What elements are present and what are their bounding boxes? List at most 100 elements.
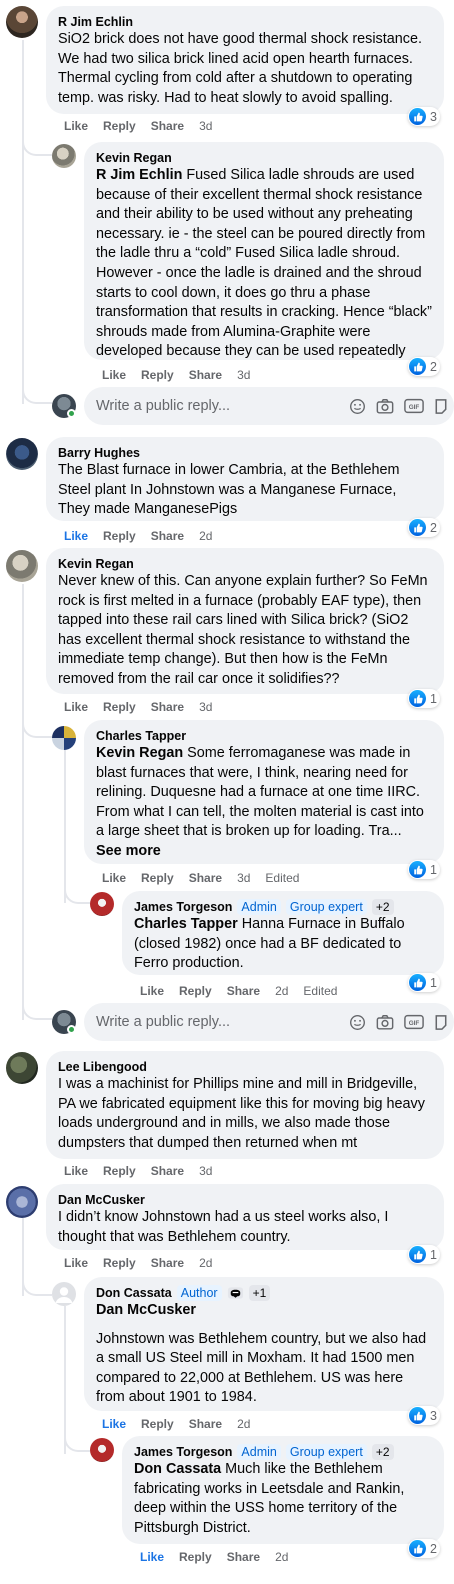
reaction-count[interactable]: 1 xyxy=(408,860,440,879)
like-button[interactable]: Like xyxy=(64,118,88,134)
like-button[interactable]: Like xyxy=(102,367,126,383)
comment-author[interactable]: Barry Hughes xyxy=(58,445,432,461)
reply-input[interactable]: Write a public reply... GIF xyxy=(84,387,454,425)
comment-timestamp[interactable]: 3d xyxy=(199,699,212,715)
mention-link[interactable]: R Jim Echlin xyxy=(96,167,182,183)
sticker-icon[interactable] xyxy=(434,1014,448,1031)
group-expert-badge[interactable]: Group expert xyxy=(285,899,367,915)
share-button[interactable]: Share xyxy=(189,1416,222,1432)
share-button[interactable]: Share xyxy=(227,1549,260,1565)
comment-timestamp[interactable]: 3d xyxy=(237,870,250,886)
sticker-icon[interactable] xyxy=(434,398,448,415)
like-button[interactable]: Like xyxy=(64,699,88,715)
reaction-count[interactable]: 1 xyxy=(408,1245,440,1264)
comment-author[interactable]: Lee Libengood xyxy=(58,1059,432,1075)
avatar[interactable] xyxy=(6,1186,38,1218)
reply-button[interactable]: Reply xyxy=(103,1255,136,1271)
comment-author[interactable]: James Torgeson xyxy=(134,899,232,915)
author-badge[interactable]: Author xyxy=(176,1285,222,1301)
like-button[interactable]: Like xyxy=(64,528,88,544)
camera-icon[interactable] xyxy=(376,398,394,415)
comment-author[interactable]: Don Cassata xyxy=(96,1285,172,1301)
share-button[interactable]: Share xyxy=(189,367,222,383)
reply-button[interactable]: Reply xyxy=(141,1416,174,1432)
avatar[interactable] xyxy=(6,1052,38,1084)
avatar[interactable] xyxy=(52,144,76,168)
edited-label[interactable]: Edited xyxy=(265,870,299,886)
reaction-count[interactable]: 2 xyxy=(408,357,440,376)
comment-actions: Like Reply Share 3d xyxy=(102,367,250,383)
like-button[interactable]: Like xyxy=(102,870,126,886)
admin-badge[interactable]: Admin xyxy=(237,1444,281,1460)
share-button[interactable]: Share xyxy=(151,528,184,544)
comment-timestamp[interactable]: 2d xyxy=(199,1255,212,1271)
mention-link[interactable]: Don Cassata xyxy=(134,1461,221,1477)
emoji-icon[interactable] xyxy=(349,398,366,415)
reply-button[interactable]: Reply xyxy=(103,1163,136,1179)
comment-timestamp[interactable]: 3d xyxy=(237,367,250,383)
avatar[interactable] xyxy=(6,550,38,582)
reaction-count[interactable]: 2 xyxy=(408,1539,440,1558)
more-badges[interactable]: +1 xyxy=(248,1285,271,1301)
mention-link[interactable]: Kevin Regan xyxy=(96,745,183,761)
comment-author[interactable]: Charles Tapper xyxy=(96,728,432,744)
comment-author[interactable]: R Jim Echlin xyxy=(58,14,432,30)
comment-timestamp[interactable]: 2d xyxy=(275,1549,288,1565)
share-button[interactable]: Share xyxy=(151,699,184,715)
reply-button[interactable]: Reply xyxy=(103,528,136,544)
reply-input[interactable]: Write a public reply... GIF xyxy=(84,1003,454,1041)
like-button[interactable]: Like xyxy=(64,1255,88,1271)
share-button[interactable]: Share xyxy=(151,118,184,134)
see-more-link[interactable]: See more xyxy=(96,842,432,862)
mention-link[interactable]: Dan McCusker xyxy=(96,1301,432,1321)
share-button[interactable]: Share xyxy=(227,983,260,999)
comment-author[interactable]: Kevin Regan xyxy=(96,150,432,166)
share-button[interactable]: Share xyxy=(151,1255,184,1271)
camera-icon[interactable] xyxy=(376,1014,394,1031)
group-expert-badge[interactable]: Group expert xyxy=(285,1444,367,1460)
avatar[interactable] xyxy=(6,438,38,470)
reaction-count[interactable]: 2 xyxy=(408,518,440,537)
share-button[interactable]: Share xyxy=(189,870,222,886)
like-button[interactable]: Like xyxy=(140,983,164,999)
avatar[interactable] xyxy=(90,892,114,916)
avatar[interactable] xyxy=(90,1438,114,1462)
reply-button[interactable]: Reply xyxy=(179,983,212,999)
thread-curve xyxy=(64,1436,90,1452)
gif-icon[interactable]: GIF xyxy=(404,1014,424,1030)
reaction-count[interactable]: 3 xyxy=(408,107,440,126)
like-button[interactable]: Like xyxy=(102,1416,126,1432)
more-badges[interactable]: +2 xyxy=(371,1444,394,1460)
avatar[interactable] xyxy=(52,1282,76,1306)
like-reaction-icon xyxy=(409,974,426,991)
reaction-count[interactable]: 1 xyxy=(408,689,440,708)
more-badges[interactable]: +2 xyxy=(371,899,394,915)
admin-badge[interactable]: Admin xyxy=(237,899,281,915)
comment-author[interactable]: Kevin Regan xyxy=(58,556,432,572)
reply-button[interactable]: Reply xyxy=(103,699,136,715)
emoji-icon[interactable] xyxy=(349,1014,366,1031)
comment-timestamp[interactable]: 3d xyxy=(199,118,212,134)
reply-button[interactable]: Reply xyxy=(179,1549,212,1565)
avatar[interactable] xyxy=(52,726,76,750)
mention-link[interactable]: Charles Tapper xyxy=(134,916,238,932)
comment-timestamp[interactable]: 2d xyxy=(199,528,212,544)
share-button[interactable]: Share xyxy=(151,1163,184,1179)
avatar[interactable] xyxy=(6,6,38,38)
reply-button[interactable]: Reply xyxy=(141,367,174,383)
comment-author[interactable]: Dan McCusker xyxy=(58,1192,432,1208)
gif-icon[interactable]: GIF xyxy=(404,398,424,414)
badge-icon[interactable] xyxy=(227,1286,244,1300)
reaction-count-text: 3 xyxy=(430,1408,437,1423)
comment-timestamp[interactable]: 2d xyxy=(275,983,288,999)
edited-label[interactable]: Edited xyxy=(303,983,337,999)
like-button[interactable]: Like xyxy=(140,1549,164,1565)
comment-timestamp[interactable]: 2d xyxy=(237,1416,250,1432)
reaction-count[interactable]: 3 xyxy=(408,1406,440,1425)
reply-button[interactable]: Reply xyxy=(103,118,136,134)
like-button[interactable]: Like xyxy=(64,1163,88,1179)
comment-timestamp[interactable]: 3d xyxy=(199,1163,212,1179)
reply-button[interactable]: Reply xyxy=(141,870,174,886)
reaction-count[interactable]: 1 xyxy=(408,973,440,992)
comment-author[interactable]: James Torgeson xyxy=(134,1444,232,1460)
